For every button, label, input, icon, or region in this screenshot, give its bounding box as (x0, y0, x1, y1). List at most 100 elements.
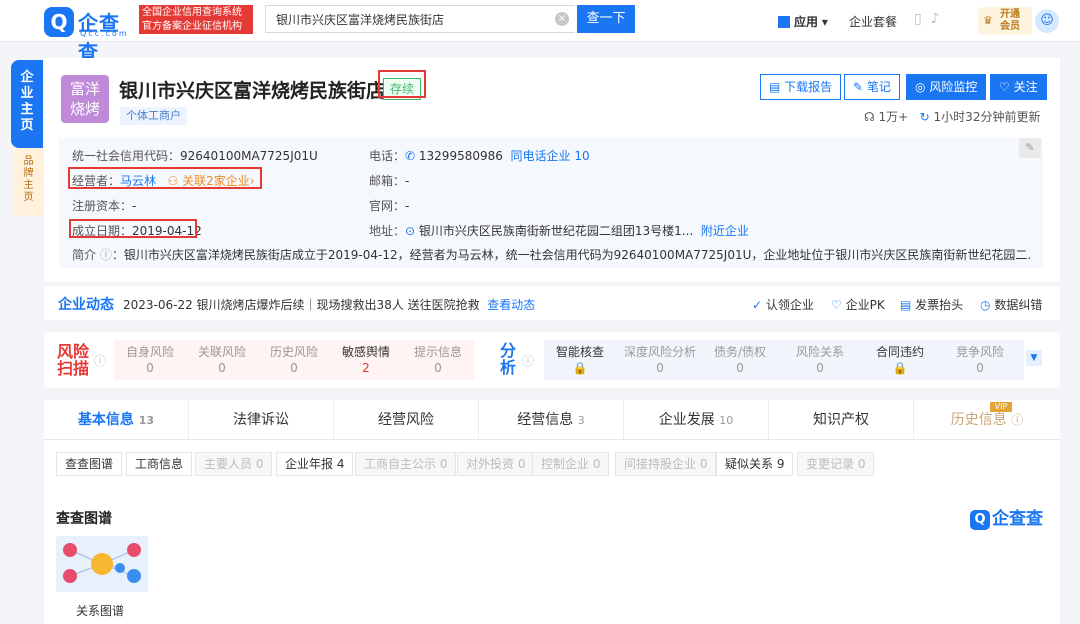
content-area: 查查图谱 工商信息 主要人员 0 企业年报 4 工商自主公示 0 对外投资 0 … (44, 440, 1060, 624)
tab-business-info[interactable]: 经营信息 3 (479, 400, 624, 440)
chip-self-disclosure[interactable]: 工商自主公示 0 (355, 452, 457, 476)
tab-development[interactable]: 企业发展 10 (624, 400, 769, 440)
qcc-brand: Q 企查查 (970, 504, 1043, 530)
risk-items: 自身风险 0 关联风险 0 历史风险 0 敏感舆情 2 提示信息 0 (114, 340, 474, 380)
chip-controlled[interactable]: 控制企业 0 (532, 452, 610, 476)
risk-item-related[interactable]: 关联风险 0 (186, 344, 258, 376)
same-phone-link[interactable]: 同电话企业 10 (511, 149, 590, 163)
analysis-smart-check[interactable]: 智能核查 🔒 (544, 344, 616, 376)
chip-graph[interactable]: 查查图谱 (56, 452, 123, 476)
nearby-link[interactable]: 附近企业 (701, 224, 749, 238)
risk-item-history[interactable]: 历史风险 0 (258, 344, 330, 376)
relation-graph-thumbnail[interactable] (56, 536, 148, 592)
risk-item-name: 自身风险 (125, 345, 174, 359)
invoice-title-label: 发票抬头 (915, 298, 964, 312)
qcc-logo[interactable]: Q 企查查 Qcc.com (44, 7, 136, 64)
edit-icon[interactable]: ✎ (1019, 138, 1041, 158)
tab-business-risk[interactable]: 经营风险 (334, 400, 479, 440)
expand-dropdown-icon[interactable]: ▼ (1026, 350, 1042, 366)
chip-investment[interactable]: 对外投资 0 (457, 452, 535, 476)
risk-monitor-button[interactable]: ◎ 风险监控 (906, 74, 987, 100)
tab-basic-info[interactable]: 基本信息 13 (44, 400, 189, 440)
company-logo-text: 富洋烧烤 (69, 80, 100, 118)
chip-indirect-holding[interactable]: 间接持股企业 0 (615, 452, 717, 476)
search-input[interactable] (265, 5, 575, 33)
email-value: - (405, 174, 410, 188)
data-correction-button[interactable]: ◷ 数据纠错 (980, 296, 1042, 313)
bell-icon[interactable]: ♪ (931, 11, 940, 27)
capital-row: 注册资本：- (72, 197, 136, 214)
info-icon: ⓘ (522, 354, 535, 368)
tab-history[interactable]: 历史信息 ⓘ (914, 400, 1060, 440)
tab-litigation[interactable]: 法律诉讼 (189, 400, 334, 440)
tab-label: 基本信息 (77, 412, 134, 428)
analysis-deep-risk[interactable]: 深度风险分析 0 (624, 344, 696, 376)
tab-label: 经营风险 (378, 412, 434, 428)
chip-annual-report[interactable]: 企业年报 4 (276, 452, 354, 476)
analysis-competition[interactable]: 竞争风险 0 (944, 344, 1016, 376)
claim-company-button[interactable]: ✓ 认领企业 (752, 296, 814, 313)
views-icon: ☊ (864, 110, 875, 124)
search-button[interactable]: 查一下 (577, 5, 635, 33)
type-tag: 个体工商户 (120, 107, 187, 125)
analysis-contract-breach[interactable]: 合同违约 🔒 (864, 344, 936, 376)
crown-icon: ♛ (983, 14, 993, 27)
tab-ip[interactable]: 知识产权 (769, 400, 914, 440)
phone-value[interactable]: 13299580986 (419, 149, 503, 163)
risk-item-hint[interactable]: 提示信息 0 (402, 344, 474, 376)
phone-icon[interactable]: ▯ (914, 11, 922, 27)
invoice-title-button[interactable]: ▤ 发票抬头 (900, 296, 963, 313)
risk-item-self[interactable]: 自身风险 0 (114, 344, 186, 376)
info-icon: ⓘ (94, 354, 107, 368)
official-badge: 全国企业信用查询系统 官方备案企业征信机构 (139, 5, 253, 34)
open-vip-button[interactable]: ♛ 开通 会员 (978, 7, 1032, 35)
analysis-item-value: 0 (656, 361, 664, 375)
risk-scan-label: 风险扫描 (57, 342, 90, 378)
tab-company-home[interactable]: 企业主页 (11, 60, 43, 148)
chip-business-info[interactable]: 工商信息 (126, 452, 193, 476)
chip-suspected-relation[interactable]: 疑似关系 9 (716, 452, 794, 476)
highlight-frame (69, 219, 197, 238)
download-report-label: 下载报告 (784, 80, 833, 94)
company-card: 富洋烧烤 银川市兴庆区富洋烧烤民族街店 存续 个体工商户 ▤ 下载报告 ✎ 笔记… (44, 58, 1060, 282)
phone-label: 电话： (369, 149, 406, 163)
tab-count: 10 (719, 414, 734, 427)
follow-button[interactable]: ♡ 关注 (990, 74, 1047, 100)
tab-company-home-label: 企业主页 (20, 70, 34, 133)
location-icon: ⊙ (405, 224, 416, 238)
clear-icon[interactable]: × (555, 12, 569, 26)
invoice-icon: ▤ (900, 298, 912, 312)
app-menu[interactable]: 应用 ▾ (778, 13, 828, 30)
views-count: 1万+ (878, 110, 909, 124)
credit-code-row: 统一社会信用代码：92640100MA7725J01U (72, 147, 318, 164)
lock-icon: 🔒 (572, 361, 588, 375)
tab-brand-home[interactable]: 品牌主页 (14, 148, 43, 216)
analysis-label: 分析 (500, 341, 517, 377)
heart-icon: ♡ (999, 80, 1010, 94)
credit-code-label: 统一社会信用代码： (72, 149, 181, 163)
analysis-debt[interactable]: 债务/债权 0 (704, 344, 776, 376)
graph-label: 关系图谱 (76, 604, 125, 618)
website-value: - (405, 199, 410, 213)
note-button[interactable]: ✎ 笔记 (844, 74, 900, 100)
company-pk-button[interactable]: ♡ 企业PK (831, 296, 885, 313)
chip-key-personnel[interactable]: 主要人员 0 (195, 452, 273, 476)
analysis-risk-relation[interactable]: 风险关系 0 (784, 344, 856, 376)
refresh-icon[interactable]: ↻ (920, 110, 930, 124)
check-icon: ✓ (752, 298, 763, 312)
chip-change-record[interactable]: 变更记录 0 (797, 452, 875, 476)
phone-row: 电话：✆ 13299580986 同电话企业 10 (369, 147, 590, 164)
risk-item-sentiment[interactable]: 敏感舆情 2 (330, 344, 402, 376)
avatar[interactable]: ☺ (1035, 9, 1059, 33)
download-report-button[interactable]: ▤ 下载报告 (760, 74, 842, 100)
dynamics-news[interactable]: 2023-06-22 银川烧烤店爆炸后续｜现场搜救出38人 送往医院抢救 (123, 298, 480, 312)
suite-link[interactable]: 企业套餐 (849, 13, 897, 30)
document-icon: ▤ (769, 80, 781, 94)
tab-label: 知识产权 (813, 412, 869, 428)
view-dynamics-link[interactable]: 查看动态 (487, 298, 535, 312)
vip-line2: 会员 (1000, 21, 1020, 32)
risk-item-value: 0 (290, 361, 298, 375)
address-label: 地址： (369, 224, 406, 238)
analysis-item-value: 0 (736, 361, 744, 375)
analysis-item-name: 合同违约 (875, 345, 924, 359)
